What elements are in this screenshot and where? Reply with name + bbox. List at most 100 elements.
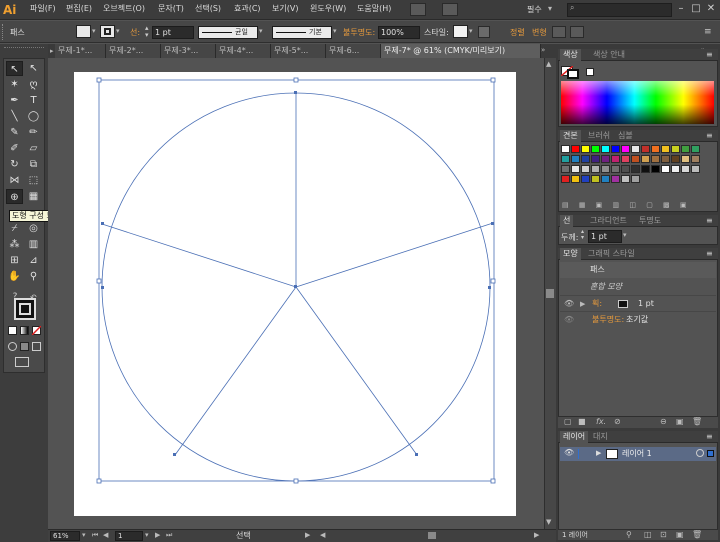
swatch-footer-icons[interactable]: ▤ ▦ ▣ ▥ ◫ ▢ ▩ ▣ — [562, 201, 691, 209]
swatch[interactable] — [671, 155, 680, 163]
trash-icon[interactable]: 🗑 — [692, 530, 702, 540]
chevron-down-icon[interactable]: ▾ — [145, 531, 149, 539]
visibility-eye-icon[interactable]: 👁 — [564, 312, 574, 328]
selection-indicator-icon[interactable] — [707, 450, 714, 457]
target-icon[interactable] — [696, 449, 704, 457]
menu-icon[interactable]: ≡ — [706, 216, 713, 225]
swatch[interactable] — [581, 145, 590, 153]
scroll-left-icon[interactable]: ◀ — [320, 531, 325, 539]
locate-object-icon[interactable]: ⚲ — [626, 530, 632, 540]
stroke-weight-field[interactable]: 1 pt — [588, 230, 622, 243]
tab-stroke[interactable]: 선 — [560, 215, 574, 227]
swatch[interactable] — [631, 155, 640, 163]
status-mode-text[interactable]: 선택 — [236, 530, 251, 541]
tab-graphic-styles[interactable]: 그래픽 스타일 — [585, 248, 638, 260]
menu-icon[interactable]: ≡ — [706, 432, 713, 441]
menu-icon[interactable]: ≡ — [706, 249, 713, 258]
vertical-scroll-thumb[interactable] — [546, 289, 554, 298]
swatch[interactable] — [691, 155, 700, 163]
swatch[interactable] — [661, 165, 670, 173]
scroll-up-icon[interactable]: ▲ — [546, 60, 551, 68]
tab-color[interactable]: 색상 — [560, 49, 581, 61]
menu-icon[interactable]: ≡ — [706, 50, 713, 59]
layer-row[interactable]: 👁 ▶ 레이어 1 — [560, 447, 716, 461]
layer-name[interactable]: 레이어 1 — [622, 448, 652, 459]
swatch[interactable] — [591, 145, 600, 153]
tab-artboards[interactable]: 대지 — [590, 431, 611, 443]
swatch[interactable] — [661, 155, 670, 163]
new-sublayer-icon[interactable]: ⊡ — [660, 530, 667, 540]
swatch[interactable] — [631, 165, 640, 173]
visibility-eye-icon[interactable]: 👁 — [564, 296, 574, 312]
swatch[interactable] — [681, 165, 690, 173]
swatch[interactable] — [561, 155, 570, 163]
swatch[interactable] — [631, 145, 640, 153]
prev-artboard-icon[interactable]: ◀ — [103, 531, 108, 539]
make-clipping-mask-icon[interactable]: ◫ — [644, 530, 652, 540]
swatch[interactable] — [571, 145, 580, 153]
chevron-down-icon[interactable]: ▾ — [82, 531, 86, 539]
tab-brushes[interactable]: 브러쉬 — [585, 130, 613, 142]
swatch[interactable] — [691, 165, 700, 173]
swatch[interactable] — [611, 165, 620, 173]
swatch[interactable] — [611, 145, 620, 153]
swatch[interactable] — [621, 155, 630, 163]
tab-layers[interactable]: 레이어 — [560, 431, 589, 443]
tab-appearance[interactable]: 모양 — [560, 248, 581, 260]
tab-symbols[interactable]: 심볼 — [615, 130, 636, 142]
swatch[interactable] — [661, 145, 670, 153]
swatch[interactable] — [651, 145, 660, 153]
scroll-right-icon[interactable]: ▶ — [534, 531, 539, 539]
swatch[interactable] — [641, 155, 650, 163]
tab-swatches[interactable]: 견본 — [560, 130, 581, 142]
stroke-color-chip[interactable] — [618, 300, 628, 308]
swatch[interactable] — [561, 165, 570, 173]
chevron-down-icon[interactable]: ▾ — [623, 231, 627, 239]
appearance-opacity-label[interactable]: 불투명도: — [592, 312, 624, 328]
next-artboard-icon[interactable]: ▶ — [155, 531, 160, 539]
delete-selected-icon[interactable]: ⊖ — [660, 417, 667, 427]
appearance-stroke-label[interactable]: 획: — [592, 296, 602, 312]
swatch[interactable] — [561, 175, 570, 183]
swatch[interactable] — [671, 145, 680, 153]
add-stroke-icon[interactable]: ▢ — [564, 417, 572, 427]
visibility-eye-icon[interactable]: 👁 — [564, 448, 574, 457]
swatch[interactable] — [671, 165, 680, 173]
swatch[interactable] — [611, 175, 620, 183]
status-menu-icon[interactable]: ▶ — [305, 531, 310, 539]
scroll-down-icon[interactable]: ▼ — [546, 518, 551, 526]
appearance-opacity-row[interactable]: 👁 불투명도: 초기값 — [560, 311, 716, 327]
swatch[interactable] — [621, 165, 630, 173]
swatch[interactable] — [621, 175, 630, 183]
swatch[interactable] — [591, 155, 600, 163]
menu-icon[interactable]: ≡ — [706, 131, 713, 140]
trash-icon[interactable]: 🗑 — [692, 417, 702, 427]
swatch[interactable] — [571, 165, 580, 173]
zoom-dropdown[interactable]: 61% — [50, 531, 80, 541]
swatch[interactable] — [681, 145, 690, 153]
expand-triangle-icon[interactable]: ▶ — [596, 449, 601, 457]
new-layer-icon[interactable]: ▣ — [676, 530, 684, 540]
swatch[interactable] — [591, 165, 600, 173]
swatch[interactable] — [591, 175, 600, 183]
horizontal-scroll-thumb[interactable] — [428, 532, 436, 539]
white-swatch[interactable] — [586, 68, 594, 76]
swatch[interactable] — [641, 145, 650, 153]
appearance-stroke-row[interactable]: 👁 ▶ 획: 1 pt — [560, 295, 716, 311]
swatch[interactable] — [641, 165, 650, 173]
stroke-swatch[interactable] — [567, 69, 579, 79]
swatch[interactable] — [601, 145, 610, 153]
swatch[interactable] — [691, 145, 700, 153]
swatch[interactable] — [611, 155, 620, 163]
swatch[interactable] — [601, 155, 610, 163]
swatch[interactable] — [571, 155, 580, 163]
swatch[interactable] — [621, 145, 630, 153]
swatch[interactable] — [581, 175, 590, 183]
swatch[interactable] — [581, 165, 590, 173]
last-artboard-icon[interactable]: ⏭ — [166, 531, 172, 540]
swatch[interactable] — [651, 165, 660, 173]
swatch[interactable] — [561, 145, 570, 153]
duplicate-item-icon[interactable]: ▣ — [676, 417, 684, 427]
swatch[interactable] — [601, 175, 610, 183]
swatch[interactable] — [651, 155, 660, 163]
